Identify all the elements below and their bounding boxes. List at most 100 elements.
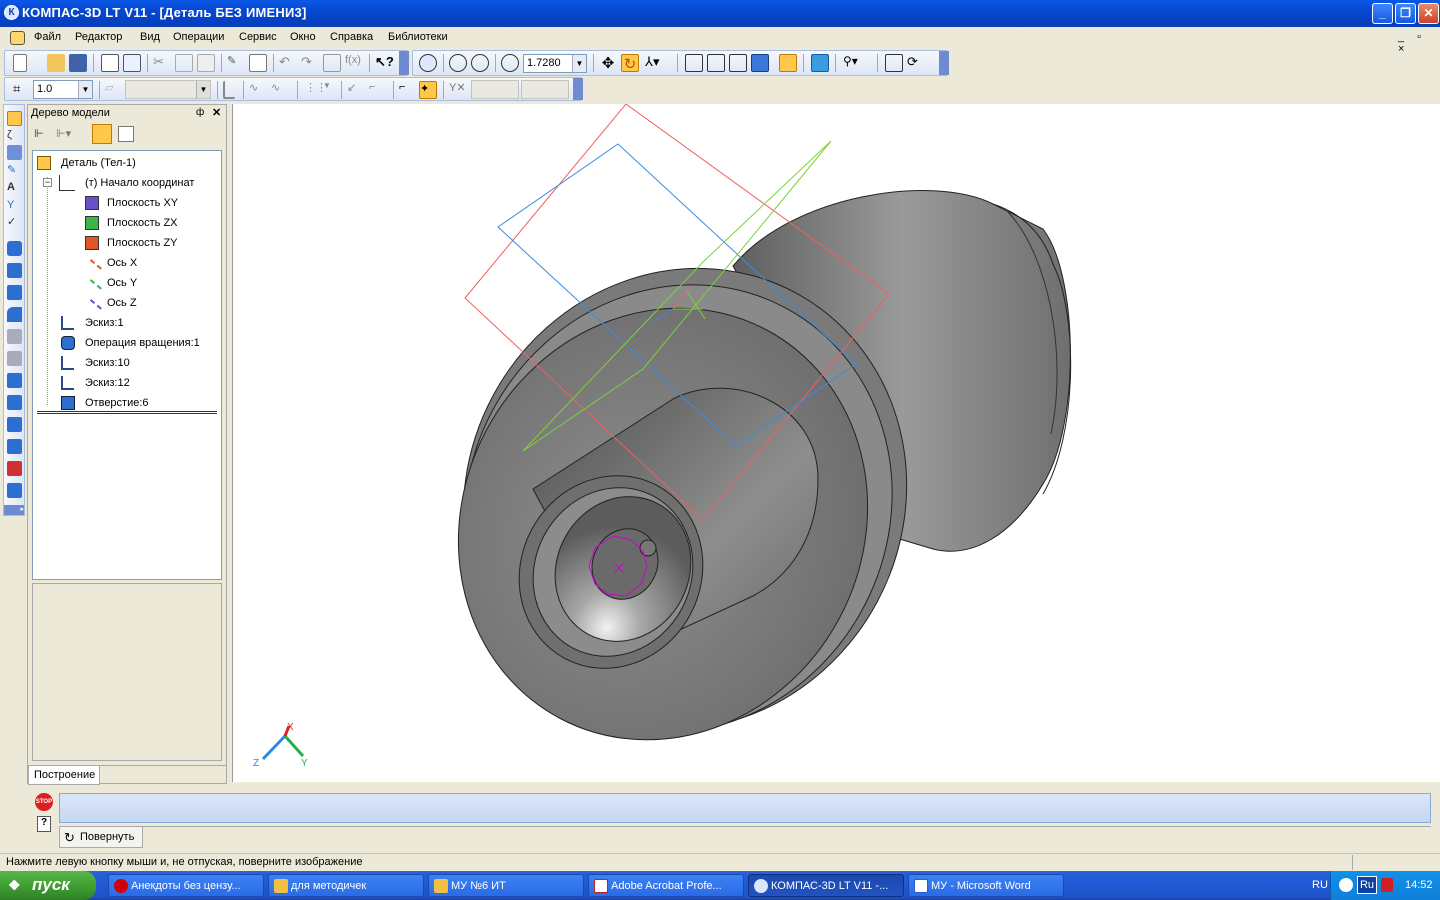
task-folder-2[interactable]: МУ №6 ИТ xyxy=(428,874,584,897)
copy-icon[interactable] xyxy=(175,54,193,72)
filter-icon[interactable]: Y xyxy=(7,199,22,214)
new-document-icon[interactable] xyxy=(13,54,27,72)
zoom-icon[interactable] xyxy=(449,54,467,72)
array-icon[interactable] xyxy=(7,395,22,410)
tab-rotate[interactable]: ↻ Повернуть xyxy=(59,826,143,848)
paste-icon[interactable] xyxy=(197,54,215,72)
geometry-icon[interactable]: ζ xyxy=(7,129,22,144)
fillet-icon[interactable] xyxy=(7,307,22,322)
orientation-icon[interactable]: ⅄▾ xyxy=(645,54,663,72)
coord-y-field[interactable] xyxy=(521,80,569,99)
zoom-scale-icon[interactable] xyxy=(501,54,519,72)
close-button[interactable]: ✕ xyxy=(1418,3,1439,24)
save-icon[interactable] xyxy=(69,54,87,72)
brush-icon[interactable]: ✎ xyxy=(227,54,245,72)
hidden-lines-icon[interactable] xyxy=(707,54,725,72)
property-field-area[interactable] xyxy=(59,793,1431,823)
extrude-icon[interactable] xyxy=(7,263,22,278)
rollback-line[interactable] xyxy=(37,411,217,414)
menu-file[interactable]: Файл xyxy=(34,31,61,43)
tree-props-icon[interactable] xyxy=(118,126,134,142)
sketch-mode-icon[interactable] xyxy=(223,81,235,99)
start-button[interactable]: ❖ пуск xyxy=(0,871,96,900)
edit-details-icon[interactable] xyxy=(7,111,22,126)
rib-icon[interactable] xyxy=(7,351,22,366)
collapse-icon[interactable]: − xyxy=(43,178,52,187)
chamfer-icon[interactable] xyxy=(7,373,22,388)
properties-icon[interactable] xyxy=(123,54,141,72)
model-scene[interactable]: X Y Z xyxy=(233,103,1440,782)
perspective-icon[interactable] xyxy=(811,54,829,72)
zoom-combo[interactable]: 1.7280 ▼ xyxy=(523,54,587,73)
cut-extrude-icon[interactable] xyxy=(7,285,22,300)
halftone-edges-icon[interactable] xyxy=(779,54,797,72)
zoom-in-icon[interactable] xyxy=(471,54,489,72)
task-opera[interactable]: Анекдоты без цензу... xyxy=(108,874,264,897)
split-icon[interactable] xyxy=(7,461,22,476)
text-icon[interactable]: A xyxy=(7,181,22,196)
hole-tool-icon[interactable] xyxy=(7,483,22,498)
tree-structure-icon[interactable]: ⊩ xyxy=(34,127,48,141)
pan-icon[interactable]: ✥ xyxy=(599,54,617,72)
cut-icon[interactable]: ✂ xyxy=(153,54,171,72)
measure-icon[interactable]: ✓ xyxy=(7,215,22,230)
undo-icon[interactable]: ↶ xyxy=(279,54,297,72)
step-combo[interactable]: 1.0 ▼ xyxy=(33,80,93,99)
dimensions-icon[interactable] xyxy=(7,145,22,160)
redo-icon[interactable]: ↷ xyxy=(301,54,319,72)
param-icon[interactable]: ∿ xyxy=(249,81,267,99)
tree-sort-icon[interactable]: ⊩▾ xyxy=(56,127,78,141)
zoom-window-icon[interactable] xyxy=(419,54,437,72)
layer-combo[interactable]: ▼ xyxy=(125,80,211,99)
variables-icon[interactable]: f(x) xyxy=(345,54,363,72)
revolve-op-icon[interactable] xyxy=(7,241,22,256)
close-panel-icon[interactable]: ✕ xyxy=(212,106,221,119)
menu-window[interactable]: Окно xyxy=(290,31,316,43)
section-icon[interactable] xyxy=(7,439,22,454)
rebuild-icon[interactable]: ⟳ xyxy=(907,54,925,72)
network-icon[interactable] xyxy=(1339,878,1353,892)
wireframe-icon[interactable] xyxy=(685,54,703,72)
menu-help[interactable]: Справка xyxy=(330,31,373,43)
task-acrobat[interactable]: Adobe Acrobat Profe... xyxy=(588,874,744,897)
expand-toolbar-button[interactable]: ▸ xyxy=(4,505,24,515)
filter-icon[interactable]: ⚲▾ xyxy=(843,54,861,72)
minimize-button[interactable]: _ xyxy=(1372,3,1393,24)
tab-construction[interactable]: Построение xyxy=(28,766,100,785)
menu-operations[interactable]: Операции xyxy=(173,31,224,43)
ortho-icon[interactable]: ⌐ xyxy=(369,81,387,99)
manager-icon[interactable] xyxy=(323,54,341,72)
snap-icon[interactable]: ⌗ xyxy=(13,81,31,99)
language-indicator[interactable]: RU xyxy=(1312,879,1328,891)
local-cs-icon[interactable]: ↙ xyxy=(347,81,365,99)
tree-view-icon[interactable] xyxy=(92,124,112,144)
toolbar-grip[interactable] xyxy=(573,78,583,100)
layer-icon[interactable]: ▱ xyxy=(105,81,123,99)
mdi-controls[interactable]: _ ▫ × xyxy=(1398,31,1440,55)
menu-service[interactable]: Сервис xyxy=(239,31,277,43)
help-icon[interactable]: ? xyxy=(37,816,51,832)
print-preview-icon[interactable] xyxy=(101,54,119,72)
shell-icon[interactable] xyxy=(7,329,22,344)
task-folder-1[interactable]: для методичек xyxy=(268,874,424,897)
thin-hidden-icon[interactable] xyxy=(729,54,747,72)
menu-view[interactable]: Вид xyxy=(140,31,160,43)
chevron-down-icon[interactable]: ▼ xyxy=(78,81,92,98)
model-viewport[interactable]: X Y Z xyxy=(232,103,1440,782)
antivirus-icon[interactable] xyxy=(1381,878,1393,892)
coord-x-field[interactable] xyxy=(471,80,519,99)
restore-button[interactable]: ❐ xyxy=(1395,3,1416,24)
stop-icon[interactable]: STOP xyxy=(35,793,53,811)
help-cursor-icon[interactable]: ↖? xyxy=(375,54,394,72)
param2-icon[interactable]: ∿ xyxy=(271,81,289,99)
rotate-icon[interactable]: ↻ xyxy=(621,54,639,73)
notations-icon[interactable]: ✎ xyxy=(7,163,22,178)
toolbar-grip[interactable] xyxy=(939,51,949,75)
chevron-down-icon[interactable]: ▼ xyxy=(323,81,341,99)
task-word[interactable]: МУ - Microsoft Word xyxy=(908,874,1064,897)
snap-toggle-icon[interactable]: ✦ xyxy=(419,81,437,99)
keyboard-layout[interactable]: Ru xyxy=(1357,876,1377,894)
list-icon[interactable] xyxy=(249,54,267,72)
task-kompas[interactable]: КОМПАС-3D LT V11 -... xyxy=(748,874,904,897)
doc-icon[interactable] xyxy=(10,31,25,45)
